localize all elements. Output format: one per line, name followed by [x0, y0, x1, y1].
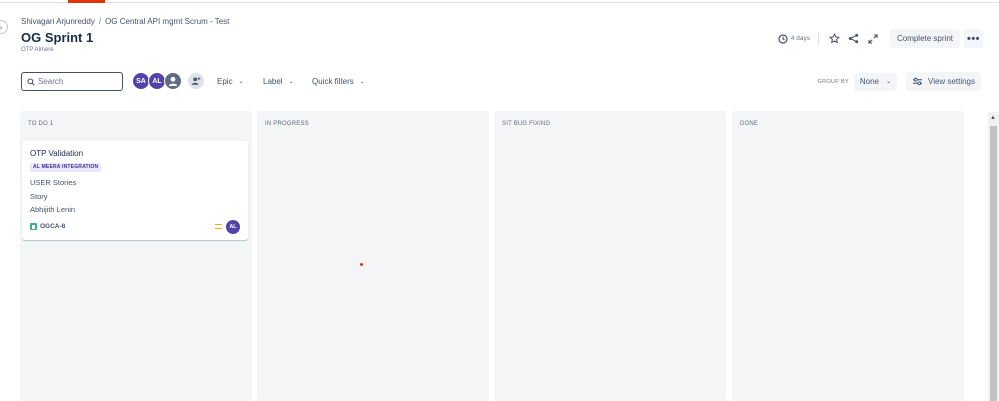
share-icon [849, 33, 859, 44]
column-title: SIT BUG FIXING [502, 121, 551, 127]
label-filter-button[interactable]: Label ⌄ [263, 72, 294, 91]
column-in-progress: IN PROGRESS [257, 111, 489, 401]
scrollbar-thumb[interactable] [990, 126, 997, 401]
group-by-select[interactable]: None ⌄ [853, 72, 897, 91]
chevron-down-icon: ⌄ [885, 79, 891, 85]
priority-medium-icon [215, 224, 222, 229]
sidebar-collapse-icon[interactable]: › [0, 20, 8, 34]
page-title: OG Sprint 1 [21, 30, 94, 45]
scroll-up-icon[interactable]: ▲ [990, 115, 996, 121]
card-reporter: Abhijith Lenin [30, 205, 76, 214]
card-issue-type: Story [30, 192, 48, 201]
quick-filters-label: Quick filters [312, 77, 354, 86]
column-title: DONE [740, 121, 759, 127]
column-title: IN PROGRESS [265, 121, 309, 127]
fullscreen-button[interactable] [865, 31, 881, 47]
header-actions: 4 days Complete sprint ••• [778, 29, 983, 48]
view-settings-label: View settings [928, 77, 975, 86]
add-person-icon [191, 77, 201, 85]
epic-filter-button[interactable]: Epic ⌄ [217, 72, 244, 91]
clock-icon [778, 33, 788, 44]
avatar-group: SA AL [132, 72, 182, 90]
assignee-avatar[interactable]: AL [226, 220, 240, 234]
vertical-scrollbar[interactable]: ▲ [988, 112, 999, 401]
expand-icon [868, 33, 878, 44]
sliders-icon [913, 77, 922, 86]
column-done: DONE [732, 111, 964, 401]
breadcrumb-item-project[interactable]: OG Central API mgmt Scrum - Test [105, 17, 229, 26]
active-nav-indicator [68, 0, 105, 3]
share-button[interactable] [846, 31, 862, 47]
chevron-down-icon: ⌄ [359, 79, 365, 85]
person-icon [168, 76, 178, 86]
quick-filters-button[interactable]: Quick filters ⌄ [312, 72, 365, 91]
label-filter-label: Label [263, 77, 283, 86]
breadcrumb-separator: / [98, 17, 102, 26]
days-remaining-label: 4 days [790, 35, 810, 42]
epic-badge: AL MEERA INTEGRATION [30, 163, 102, 172]
add-people-button[interactable] [188, 73, 204, 89]
group-by: GROUP BY None ⌄ [817, 72, 897, 91]
top-border [0, 2, 999, 3]
card-footer: OGCA-8 [30, 223, 65, 230]
search-input[interactable] [38, 77, 118, 86]
more-icon[interactable]: ••• [964, 29, 983, 48]
chevron-down-icon: ⌄ [238, 79, 244, 85]
epic-filter-label: Epic [217, 77, 233, 86]
sprint-goal: OTP Almere [21, 47, 54, 53]
column-todo: TO DO 1 OTP Validation AL MEERA INTEGRAT… [20, 111, 252, 401]
issue-key[interactable]: OGCA-8 [40, 223, 65, 230]
days-remaining: 4 days [778, 33, 810, 44]
group-by-value: None [859, 77, 879, 86]
board-toolbar: SA AL Epic ⌄ Label ⌄ Quick filters ⌄ GROUP … [21, 72, 983, 91]
breadcrumb: Shivagari Arjunreddy / OG Central API mgmt… [21, 17, 229, 26]
group-by-label: GROUP BY [817, 78, 849, 85]
search-icon [27, 77, 35, 86]
cursor-dot [360, 263, 363, 266]
story-icon [30, 223, 37, 230]
search-box[interactable] [21, 72, 123, 91]
star-button[interactable] [827, 31, 843, 47]
issue-card[interactable]: OTP Validation AL MEERA INTEGRATION USER… [22, 141, 248, 240]
header-divider [817, 31, 819, 46]
star-icon [829, 33, 841, 44]
card-label: USER Stories [30, 178, 77, 187]
view-settings-button[interactable]: View settings [906, 72, 981, 91]
column-title: TO DO 1 [28, 121, 54, 127]
column-sit-bug-fixing: SIT BUG FIXING [494, 111, 726, 401]
card-summary: OTP Validation [30, 149, 84, 158]
complete-sprint-button[interactable]: Complete sprint [889, 29, 960, 48]
chevron-down-icon: ⌄ [288, 79, 294, 85]
avatar-unassigned[interactable] [164, 72, 182, 90]
breadcrumb-item-owner[interactable]: Shivagari Arjunreddy [21, 17, 95, 26]
